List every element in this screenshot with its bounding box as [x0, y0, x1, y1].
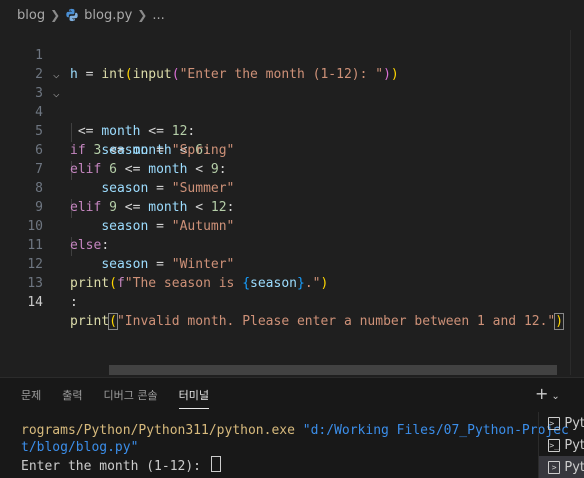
- chevron-right-icon: ❯: [137, 8, 148, 22]
- code-line[interactable]: 5 season = "Spring": [0, 103, 570, 158]
- terminal-cursor: [210, 456, 221, 472]
- terminal-list-item[interactable]: >_ Pyt: [539, 434, 584, 456]
- code-line[interactable]: 7 season = "Summer": [0, 141, 570, 196]
- terminal-output[interactable]: rograms/Python/Python311/python.exe "d:/…: [21, 422, 569, 475]
- add-terminal-button[interactable]: +: [535, 384, 548, 403]
- code-line[interactable]: 13 :: [0, 255, 570, 310]
- chevron-down-icon[interactable]: ⌄: [551, 391, 559, 402]
- terminal-prompt: Enter the month (1-12):: [21, 459, 209, 474]
- breadcrumb-file[interactable]: blog.py: [84, 8, 132, 23]
- panel-actions: + ⌄: [535, 384, 560, 403]
- breadcrumb-folder[interactable]: blog: [17, 8, 45, 23]
- code-line-active[interactable]: 14 print("Invalid month. Please enter a …: [0, 274, 570, 330]
- tab-debug-console[interactable]: 디버그 콘솔: [104, 381, 158, 409]
- code-line[interactable]: 3 ⌵ <= month <= 12:: [0, 65, 570, 139]
- chevron-down-icon[interactable]: ⌵: [53, 84, 63, 103]
- code-line[interactable]: 1 h = int(input("Enter the month (1-12):…: [0, 27, 570, 82]
- code-line[interactable]: 9 season = "Autumn": [0, 179, 570, 234]
- line-number: 14: [27, 295, 43, 310]
- terminal-icon: >_: [548, 416, 561, 430]
- bottom-panel: 문제 출력 디버그 콘솔 터미널 + ⌄ rograms/Python/Pytho…: [0, 377, 584, 478]
- chevron-right-icon: ❯: [50, 8, 61, 22]
- python-file-icon: [66, 8, 78, 22]
- panel-tabs: 문제 출력 디버그 콘솔 터미널: [0, 378, 210, 412]
- terminal-list-item-active[interactable]: > Pyt: [539, 456, 584, 478]
- horizontal-scrollbar[interactable]: [109, 365, 557, 375]
- code-line[interactable]: 8 elif 9 <= month < 12:: [0, 160, 570, 215]
- tab-output[interactable]: 출력: [62, 381, 82, 409]
- code-line[interactable]: 2: [0, 46, 570, 82]
- code-line[interactable]: 4 ⌵ if 3 <= month < 6:: [0, 84, 570, 158]
- overview-ruler[interactable]: [570, 30, 584, 375]
- tab-problems[interactable]: 문제: [21, 381, 41, 409]
- code-line[interactable]: 6 elif 6 <= month < 9:: [0, 122, 570, 177]
- chevron-down-icon[interactable]: ⌵: [53, 65, 63, 84]
- code-line[interactable]: 10 else:: [0, 198, 570, 253]
- code-line[interactable]: 12 print(f"The season is {season}."): [0, 236, 570, 291]
- tab-terminal[interactable]: 터미널: [178, 381, 210, 409]
- code-line[interactable]: 11 season = "Winter": [0, 217, 570, 272]
- breadcrumb: blog ❯ blog.py ❯ ...: [0, 0, 584, 30]
- breadcrumb-more[interactable]: ...: [152, 8, 164, 23]
- terminal-icon: >_: [548, 438, 561, 452]
- terminal-list-item[interactable]: >_ Pyt: [539, 412, 584, 434]
- terminal-list: >_ Pyt >_ Pyt > Pyt: [538, 412, 584, 478]
- terminal-icon: >: [548, 460, 561, 474]
- code-editor[interactable]: 1 h = int(input("Enter the month (1-12):…: [0, 27, 570, 377]
